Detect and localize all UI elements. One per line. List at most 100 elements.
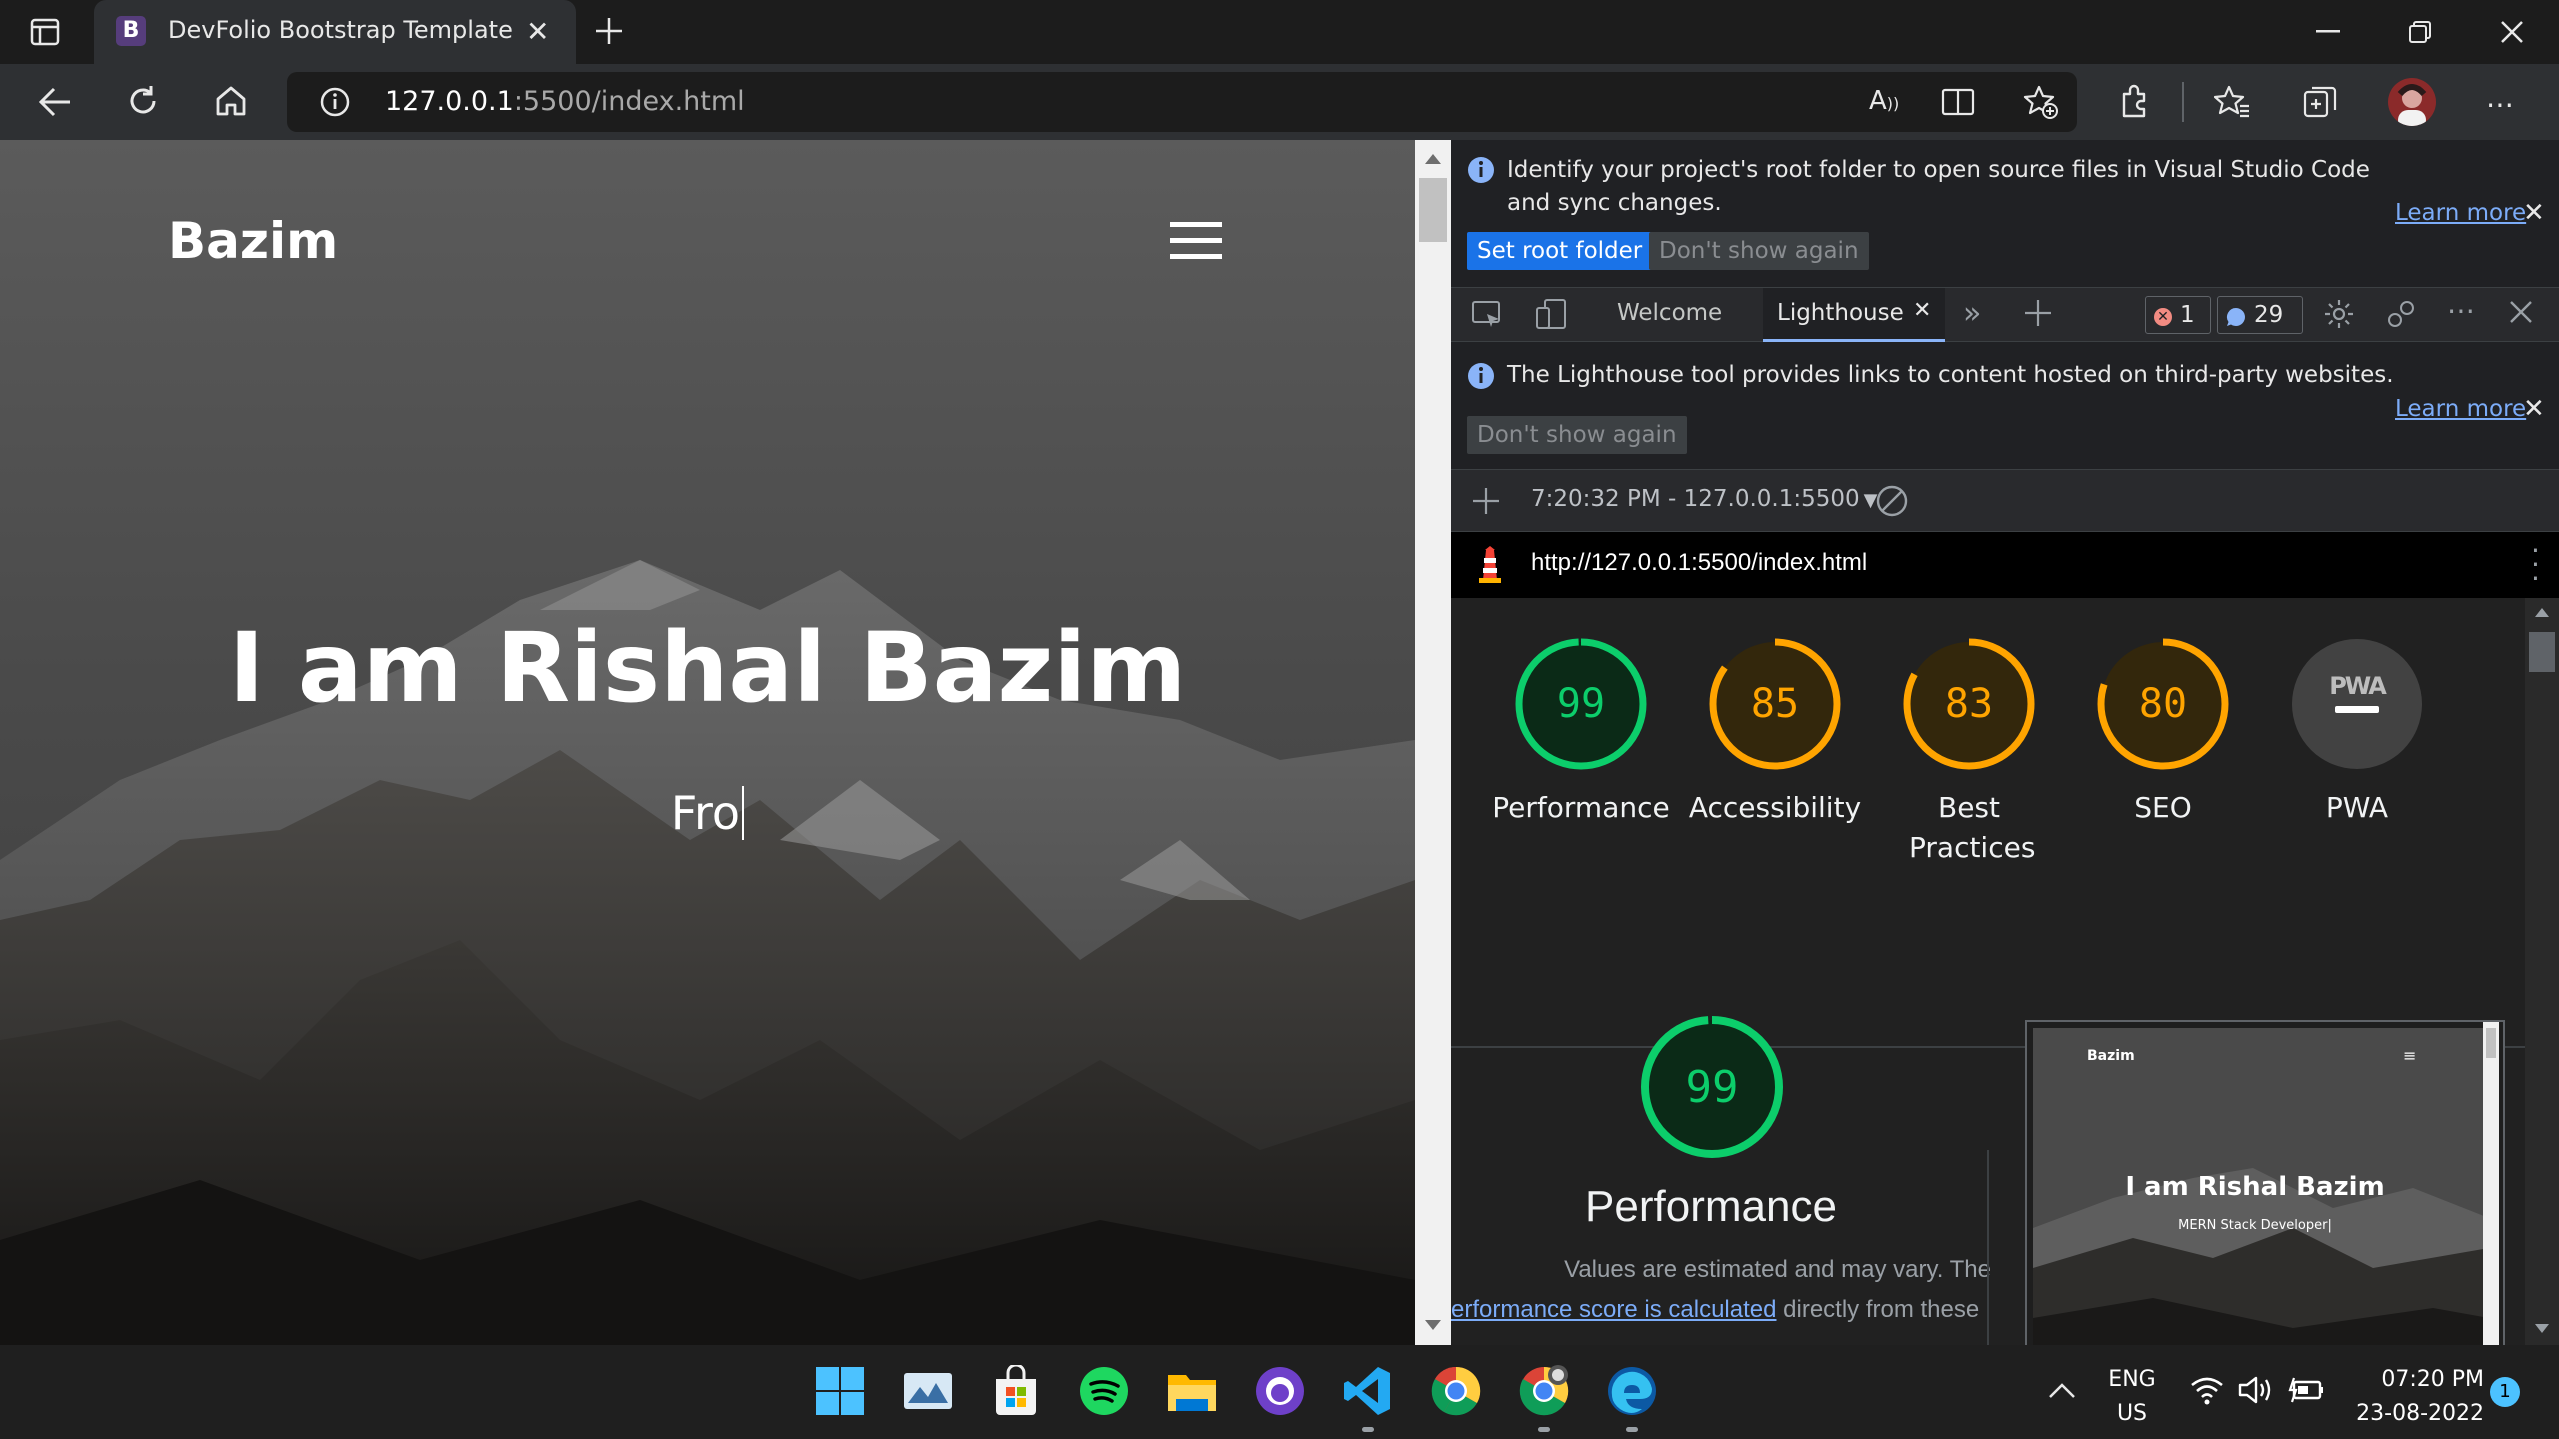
reader-view-icon[interactable] xyxy=(1941,88,1977,116)
edge-running-indicator xyxy=(1626,1427,1638,1432)
hamburger-menu-icon[interactable] xyxy=(1170,222,1222,260)
photos-app-icon[interactable] xyxy=(902,1365,954,1417)
dont-show-again-button[interactable]: Don't show again xyxy=(1649,232,1869,270)
favorites-icon[interactable] xyxy=(2214,84,2250,120)
thumbnail-subtitle: MERN Stack Developer| xyxy=(2178,1218,2332,1233)
gauge-pwa[interactable]: PWA xyxy=(2287,634,2427,774)
thumbnail-title: I am Rishal Bazim xyxy=(2125,1172,2385,1202)
scroll-down-icon[interactable] xyxy=(1425,1320,1441,1330)
refresh-icon[interactable] xyxy=(126,84,160,118)
gauge-seo[interactable]: 80 xyxy=(2093,634,2233,774)
site-info-icon[interactable] xyxy=(319,86,351,118)
windows-start-icon[interactable] xyxy=(814,1365,866,1417)
browser-tab[interactable]: B DevFolio Bootstrap Template ✕ xyxy=(94,0,576,64)
settings-gear-icon[interactable] xyxy=(2323,298,2355,330)
notice-close-icon[interactable]: ✕ xyxy=(2523,394,2545,424)
chrome-icon[interactable] xyxy=(1430,1365,1482,1417)
gauge-label: Best Practices xyxy=(1909,791,2036,864)
close-devtools-icon[interactable] xyxy=(2507,298,2535,326)
errors-counter[interactable]: ✕ 1 xyxy=(2145,296,2211,334)
collections-icon[interactable] xyxy=(2302,84,2338,120)
report-url-bar: http://127.0.0.1:5500/index.html · · · xyxy=(1451,532,2559,598)
tab-actions-icon[interactable] xyxy=(30,18,60,46)
scrollbar-thumb[interactable] xyxy=(1419,178,1447,242)
performance-score-link[interactable]: erformance score is calculated xyxy=(1451,1296,1776,1323)
notice-dont-show-button[interactable]: Don't show again xyxy=(1467,416,1687,454)
new-report-icon[interactable] xyxy=(1471,486,1501,516)
new-tab-icon[interactable] xyxy=(592,14,626,48)
region-code: US xyxy=(2116,1401,2148,1426)
spotify-icon[interactable] xyxy=(1078,1365,1130,1417)
file-explorer-icon[interactable] xyxy=(1166,1365,1218,1417)
notice-learn-more-link[interactable]: Learn more xyxy=(2395,396,2526,422)
error-icon: ✕ xyxy=(2154,308,2172,326)
notification-badge[interactable]: 1 xyxy=(2490,1377,2520,1407)
set-root-folder-button[interactable]: Set root folder xyxy=(1467,232,1653,270)
edge-icon[interactable] xyxy=(1606,1365,1658,1417)
back-icon[interactable] xyxy=(38,86,72,118)
url-text[interactable]: 127.0.0.1:5500/index.html xyxy=(385,86,745,117)
inspect-element-icon[interactable] xyxy=(1471,300,1503,330)
page-screenshot-thumbnail[interactable]: Bazim ≡ I am Rishal Bazim MERN Stack Dev… xyxy=(2025,1020,2505,1345)
page-scrollbar[interactable] xyxy=(1415,140,1451,1345)
more-options-icon[interactable]: ⋯ xyxy=(2486,88,2516,121)
performance-large-gauge[interactable]: 99 xyxy=(1637,1012,1787,1162)
read-aloud-icon[interactable]: A)) xyxy=(1869,86,1899,116)
browser-nav-bar: 127.0.0.1:5500/index.html A)) ⋯ xyxy=(0,64,2559,140)
github-desktop-icon[interactable] xyxy=(1254,1365,1306,1417)
restore-icon[interactable] xyxy=(2408,20,2432,44)
report-scrollbar-thumb[interactable] xyxy=(2529,632,2555,672)
system-clock[interactable]: 07:20 PM 23-08-2022 xyxy=(2334,1363,2484,1431)
chrome-profile-icon[interactable] xyxy=(1518,1365,1570,1417)
tab-welcome[interactable]: Welcome xyxy=(1617,300,1722,326)
gauge-label: SEO xyxy=(2134,791,2192,824)
volume-icon[interactable] xyxy=(2238,1375,2274,1405)
messages-counter[interactable]: 29 xyxy=(2217,296,2303,334)
report-select[interactable]: 7:20:32 PM - 127.0.0.1:5500 ▼ xyxy=(1531,486,1877,512)
report-scroll-up-icon[interactable] xyxy=(2535,608,2549,617)
address-bar[interactable]: 127.0.0.1:5500/index.html A)) xyxy=(287,72,2077,132)
lighthouse-logo-icon xyxy=(1477,546,1503,584)
device-emulation-icon[interactable] xyxy=(1535,298,1567,330)
add-favorite-icon[interactable] xyxy=(2023,84,2059,120)
vscode-running-indicator xyxy=(1362,1427,1374,1432)
lighthouse-notice: The Lighthouse tool provides links to co… xyxy=(1451,342,2559,470)
customize-devtools-icon[interactable] xyxy=(2385,298,2417,330)
tab-lighthouse-close-icon[interactable]: ✕ xyxy=(1913,298,1931,323)
tab-lighthouse[interactable]: Lighthouse ✕ xyxy=(1763,288,1945,342)
report-scrollbar[interactable] xyxy=(2525,598,2559,1345)
thumbnail-scrollbar-thumb xyxy=(2486,1028,2496,1058)
devtools-more-icon[interactable]: ⋯ xyxy=(2447,294,2475,327)
close-window-icon[interactable] xyxy=(2500,20,2524,44)
add-tool-icon[interactable] xyxy=(2023,298,2053,328)
infobar-close-icon[interactable]: ✕ xyxy=(2523,198,2545,228)
microsoft-store-icon[interactable] xyxy=(990,1365,1042,1417)
show-hidden-icons[interactable] xyxy=(2048,1381,2076,1399)
minimize-icon[interactable] xyxy=(2316,30,2340,34)
vscode-icon[interactable] xyxy=(1342,1365,1394,1417)
tab-close-icon[interactable]: ✕ xyxy=(526,18,549,46)
infobar-learn-more-link[interactable]: Learn more xyxy=(2395,200,2526,226)
browser-title-bar: B DevFolio Bootstrap Template ✕ xyxy=(0,0,2559,64)
gauge-best-practices[interactable]: 83 xyxy=(1899,634,2039,774)
extensions-icon[interactable] xyxy=(2116,84,2152,120)
score-value: 85 xyxy=(1751,681,1799,727)
battery-charging-icon[interactable] xyxy=(2288,1375,2324,1405)
report-url[interactable]: http://127.0.0.1:5500/index.html xyxy=(1531,549,1867,577)
gauge-accessibility[interactable]: 85 xyxy=(1705,634,1845,774)
more-tabs-icon[interactable]: » xyxy=(1963,296,1981,331)
report-scroll-down-icon[interactable] xyxy=(2535,1324,2549,1333)
clear-reports-icon[interactable] xyxy=(1875,484,1909,518)
message-icon xyxy=(2226,307,2246,327)
scroll-up-icon[interactable] xyxy=(1425,154,1441,164)
infobar-message: Identify your project's root folder to o… xyxy=(1507,157,2370,216)
language-indicator[interactable]: ENG US xyxy=(2100,1363,2164,1431)
site-brand[interactable]: Bazim xyxy=(168,212,338,270)
home-icon[interactable] xyxy=(214,84,248,118)
profile-avatar[interactable] xyxy=(2388,78,2436,126)
report-menu-icon[interactable]: · · · xyxy=(2531,537,2540,593)
wifi-icon[interactable] xyxy=(2190,1375,2224,1405)
gauge-performance[interactable]: 99 xyxy=(1511,634,1651,774)
windows-taskbar: ENG US 07:20 PM 23-08-2022 1 xyxy=(0,1345,2559,1439)
info-icon xyxy=(1467,156,1495,184)
